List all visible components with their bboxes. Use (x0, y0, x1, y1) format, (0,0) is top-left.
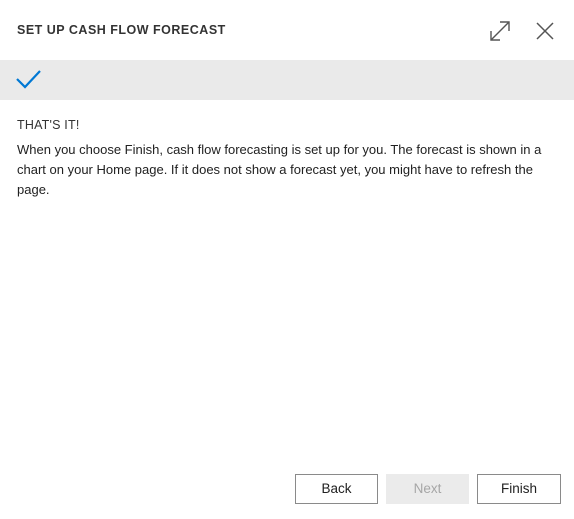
finish-button[interactable]: Finish (477, 474, 561, 504)
section-heading: THAT'S IT! (17, 118, 80, 132)
section-body-text: When you choose Finish, cash flow foreca… (17, 142, 542, 197)
expand-button[interactable] (487, 18, 513, 44)
step-progress-bar (0, 60, 574, 100)
back-button[interactable]: Back (295, 474, 378, 504)
close-button[interactable] (532, 18, 558, 44)
close-icon (536, 22, 554, 40)
dialog-footer: Back Next Finish (0, 474, 574, 506)
setup-dialog: SET UP CASH FLOW FORECAST THAT'S IT! Whe… (0, 0, 574, 519)
expand-icon (490, 21, 510, 41)
next-button: Next (386, 474, 469, 504)
dialog-title: SET UP CASH FLOW FORECAST (17, 23, 226, 37)
dialog-content: THAT'S IT! When you choose Finish, cash … (17, 118, 557, 200)
dialog-header: SET UP CASH FLOW FORECAST (0, 0, 574, 60)
checkmark-icon (16, 70, 41, 89)
